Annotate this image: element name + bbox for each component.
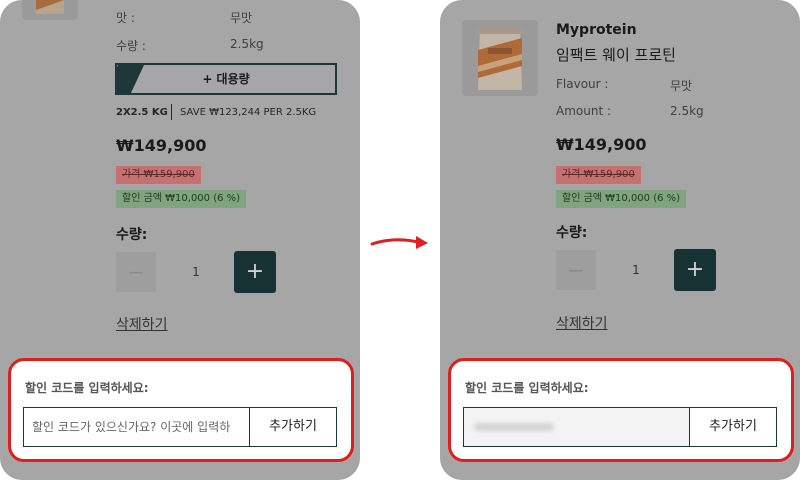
amount-value: 2.5kg	[670, 104, 704, 118]
original-price-badge: 가격 ₩159,900	[556, 166, 641, 184]
product-brand: Myprotein	[556, 22, 637, 38]
flavour-label: 맛 :	[116, 11, 135, 25]
product-name[interactable]: 임팩트 웨이 프로틴	[556, 44, 676, 65]
quantity-label: 수량:	[556, 225, 588, 241]
flavour-value: 무맛	[230, 11, 253, 25]
promo-add-button[interactable]: 추가하기	[689, 407, 777, 447]
promo-add-button[interactable]: 추가하기	[249, 407, 337, 447]
quantity-decrease-button[interactable]: −	[556, 250, 596, 290]
amount-label: 수량 :	[116, 39, 146, 53]
promo-code-input[interactable]	[463, 407, 689, 447]
remove-link[interactable]: 삭제하기	[116, 314, 168, 334]
product-pouch-image	[36, 0, 64, 14]
quantity-label: 수량:	[116, 227, 148, 243]
promo-code-section: 할인 코드를 입력하세요: 추가하기	[448, 358, 794, 462]
bulk-info-save: SAVE ₩123,244 PER 2.5KG	[180, 107, 317, 118]
quantity-value[interactable]: 1	[176, 252, 216, 292]
discount-badge: 할인 금액 ₩10,000 (6 %)	[556, 190, 687, 208]
price: ₩149,900	[116, 136, 207, 155]
curved-arrow-right-icon	[370, 236, 428, 249]
promo-code-placeholder: 할인 코드가 있으신가요? 이곳에 입력하	[32, 420, 231, 434]
promo-code-title: 할인 코드를 입력하세요:	[25, 381, 149, 395]
product-pouch-image	[478, 28, 522, 90]
bulk-size-button[interactable]: + 대용량	[115, 63, 337, 95]
quantity-decrease-button[interactable]: −	[116, 252, 156, 292]
product-thumbnail	[22, 0, 78, 20]
after-panel: Myprotein 임팩트 웨이 프로틴 Flavour : 무맛 Amount…	[440, 0, 800, 480]
product-thumbnail	[462, 20, 538, 96]
amount-value: 2.5kg	[230, 37, 264, 51]
discount-badge: 할인 금액 ₩10,000 (6 %)	[116, 190, 247, 208]
before-panel: 맛 : 무맛 수량 : 2.5kg + 대용량 2X2.5 KG SAVE ₩1…	[0, 0, 360, 480]
price: ₩149,900	[556, 135, 647, 154]
promo-code-input[interactable]: 할인 코드가 있으신가요? 이곳에 입력하	[23, 407, 249, 447]
bulk-size-label: + 대용량	[202, 72, 250, 86]
bulk-info-qty: 2X2.5 KG	[116, 107, 168, 118]
bulk-info-divider	[171, 104, 172, 120]
promo-code-title: 할인 코드를 입력하세요:	[465, 381, 589, 395]
quantity-increase-button[interactable]: +	[234, 251, 276, 293]
quantity-increase-button[interactable]: +	[674, 249, 716, 291]
remove-link[interactable]: 삭제하기	[556, 313, 608, 333]
flavour-value: 무맛	[670, 79, 693, 93]
blurred-promo-code	[474, 423, 554, 431]
amount-label: Amount :	[556, 104, 612, 118]
promo-code-section: 할인 코드를 입력하세요: 할인 코드가 있으신가요? 이곳에 입력하 추가하기	[8, 358, 354, 462]
original-price-badge: 가격 ₩159,900	[116, 166, 201, 184]
flavour-label: Flavour :	[556, 77, 609, 91]
quantity-value[interactable]: 1	[616, 250, 656, 290]
